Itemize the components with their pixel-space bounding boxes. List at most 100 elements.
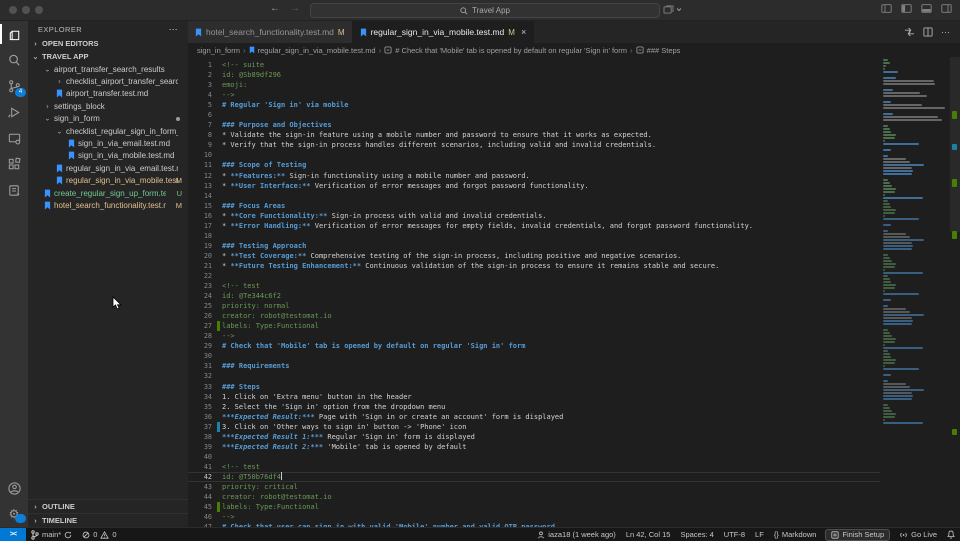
code-line[interactable]: 38***Expected Result 1:*** Regular 'Sign… xyxy=(188,432,880,442)
code-line[interactable]: 42id: @T50b76df4 xyxy=(188,472,880,482)
code-line[interactable]: 39***Expected Result 2:*** 'Mobile' tab … xyxy=(188,442,880,452)
tree-item[interactable]: ⌄airport_transfer_search_results xyxy=(28,63,188,75)
close-icon[interactable]: × xyxy=(521,27,526,37)
code-line[interactable]: 43priority: critical xyxy=(188,482,880,492)
sidebar-item-testomat-extension[interactable] xyxy=(0,177,28,203)
code-line[interactable]: 29# Check that 'Mobile' tab is opened by… xyxy=(188,341,880,351)
code-line[interactable]: 341. Click on 'Extra menu' button in the… xyxy=(188,392,880,402)
code-line[interactable]: 5# Regular 'Sign in' via mobile xyxy=(188,100,880,110)
code-line[interactable]: 41<!-- test xyxy=(188,462,880,472)
toggle-secondary-sidebar-icon[interactable] xyxy=(941,4,952,13)
problems-item[interactable]: 0 0 xyxy=(77,528,121,541)
tree-item[interactable]: sign_in_via_email.test.md xyxy=(28,137,188,149)
nav-back-icon[interactable]: ← xyxy=(270,3,280,14)
tree-item[interactable]: regular_sign_in_via_mobile.test...M xyxy=(28,175,188,187)
command-center[interactable]: Travel App xyxy=(310,3,660,18)
code-line[interactable]: 27labels: Type:Functional xyxy=(188,321,880,331)
customize-layout-icon[interactable] xyxy=(881,4,892,13)
code-line[interactable]: 23<!-- test xyxy=(188,281,880,291)
finish-setup-button[interactable]: Finish Setup xyxy=(825,529,890,541)
code-line[interactable]: 31### Requirements xyxy=(188,361,880,371)
account-button[interactable] xyxy=(0,475,28,501)
tree-item[interactable]: sign_in_via_mobile.test.md xyxy=(28,150,188,162)
tree-item[interactable]: ⌄sign_in_form xyxy=(28,113,188,125)
tree-item[interactable]: ›settings_block xyxy=(28,100,188,112)
toggle-primary-sidebar-icon[interactable] xyxy=(901,4,912,13)
notifications-button[interactable] xyxy=(942,528,960,541)
sidebar-item-search[interactable] xyxy=(0,47,28,73)
code-line[interactable]: 4--> xyxy=(188,90,880,100)
code-line[interactable]: 14 xyxy=(188,191,880,201)
code-line[interactable]: 8* Validate the sign-in feature using a … xyxy=(188,130,880,140)
settings-button[interactable]: ⚙ xyxy=(0,501,28,527)
language-mode-item[interactable]: {} Markdown xyxy=(769,528,822,541)
code-line[interactable]: 352. Select the 'Sign in' option from th… xyxy=(188,402,880,412)
code-line[interactable]: 11### Scope of Testing xyxy=(188,160,880,170)
code-line[interactable]: 20* **Test Coverage:** Comprehensive tes… xyxy=(188,251,880,261)
encoding-item[interactable]: UTF-8 xyxy=(719,528,750,541)
indentation-item[interactable]: Spaces: 4 xyxy=(675,528,718,541)
tab-hotel-search-functionality[interactable]: hotel_search_functionality.test.md M xyxy=(188,21,353,43)
tree-item[interactable]: airport_transfer.test.md xyxy=(28,88,188,100)
code-line[interactable]: 18 xyxy=(188,231,880,241)
split-editor-icon[interactable] xyxy=(923,27,933,37)
tree-item[interactable]: hotel_search_functionality.test.mdM xyxy=(28,199,188,211)
go-live-button[interactable]: Go Live xyxy=(894,528,942,541)
breadcrumb-symbol-steps[interactable]: ### Steps xyxy=(647,46,681,55)
overview-ruler[interactable] xyxy=(950,57,960,527)
git-blame-item[interactable]: iaza18 (1 week ago) xyxy=(532,528,621,541)
new-window-dropdown[interactable] xyxy=(663,5,682,14)
outline-section[interactable]: › OUTLINE xyxy=(28,499,188,513)
git-branch-item[interactable]: main* xyxy=(26,528,77,541)
tree-item[interactable]: regular_sign_in_via_email.test.md xyxy=(28,162,188,174)
code-area[interactable]: 1<!-- suite2id: @Sb89df2963emoji:4-->5# … xyxy=(188,57,880,527)
code-line[interactable]: 32 xyxy=(188,371,880,381)
code-line[interactable]: 22 xyxy=(188,271,880,281)
more-actions-icon[interactable]: ⋯ xyxy=(941,27,951,38)
minimap[interactable] xyxy=(880,57,950,527)
code-line[interactable]: 17* **Error Handling:** Verification of … xyxy=(188,221,880,231)
code-line[interactable]: 33### Steps xyxy=(188,382,880,392)
toggle-panel-icon[interactable] xyxy=(921,4,932,13)
code-line[interactable]: 10 xyxy=(188,150,880,160)
sidebar-item-source-control[interactable]: 4 xyxy=(0,73,28,99)
code-line[interactable]: 16* **Core Functionality:** Sign-in proc… xyxy=(188,211,880,221)
code-line[interactable]: 6 xyxy=(188,110,880,120)
tree-item[interactable]: ›checklist_airport_transfer_search_fie..… xyxy=(28,75,188,87)
code-line[interactable]: 28--> xyxy=(188,331,880,341)
code-line[interactable]: 30 xyxy=(188,351,880,361)
code-line[interactable]: 13* **User Interface:** Verification of … xyxy=(188,181,880,191)
nav-forward-icon[interactable]: → xyxy=(290,3,300,14)
code-line[interactable]: 26creator: robot@testomat.io xyxy=(188,311,880,321)
tab-regular-sign-in-via-mobile[interactable]: regular_sign_in_via_mobile.test.md M × xyxy=(353,21,535,43)
code-line[interactable]: 46--> xyxy=(188,512,880,522)
code-line[interactable]: 373. Click on 'Other ways to sign in' bu… xyxy=(188,422,880,432)
tree-item[interactable]: ⌄checklist_regular_sign_in_form_field... xyxy=(28,125,188,137)
timeline-section[interactable]: › TIMELINE xyxy=(28,513,188,527)
open-editors-section[interactable]: › OPEN EDITORS xyxy=(28,37,188,50)
window-minimize-button[interactable] xyxy=(22,6,30,14)
code-line[interactable]: 44creator: robot@testomat.io xyxy=(188,492,880,502)
breadcrumb-folder[interactable]: sign_in_form xyxy=(197,46,240,55)
workspace-root-section[interactable]: ⌄ TRAVEL APP xyxy=(28,50,188,63)
code-line[interactable]: 7### Purpose and Objectives xyxy=(188,120,880,130)
tree-item[interactable]: create_regular_sign_up_form.test...U xyxy=(28,187,188,199)
code-line[interactable]: 47# Check that user can sign in with val… xyxy=(188,522,880,527)
sidebar-item-explorer[interactable] xyxy=(0,21,28,47)
code-line[interactable]: 25priority: normal xyxy=(188,301,880,311)
breadcrumb-file[interactable]: regular_sign_in_via_mobile.test.md xyxy=(258,46,376,55)
sidebar-item-extensions[interactable] xyxy=(0,151,28,177)
sidebar-item-remote-explorer[interactable] xyxy=(0,125,28,151)
eol-item[interactable]: LF xyxy=(750,528,769,541)
code-line[interactable]: 24id: @Te344c6f2 xyxy=(188,291,880,301)
code-line[interactable]: 15### Focus Areas xyxy=(188,201,880,211)
explorer-more-actions[interactable]: ⋯ xyxy=(169,24,178,35)
code-line[interactable]: 40 xyxy=(188,452,880,462)
remote-indicator[interactable]: >< xyxy=(0,528,26,541)
window-close-button[interactable] xyxy=(9,6,17,14)
code-line[interactable]: 2id: @Sb89df296 xyxy=(188,70,880,80)
open-changes-icon[interactable] xyxy=(904,27,915,37)
sidebar-item-run-debug[interactable] xyxy=(0,99,28,125)
code-line[interactable]: 36***Expected Result:*** Page with 'Sign… xyxy=(188,412,880,422)
code-line[interactable]: 45labels: Type:Functional xyxy=(188,502,880,512)
